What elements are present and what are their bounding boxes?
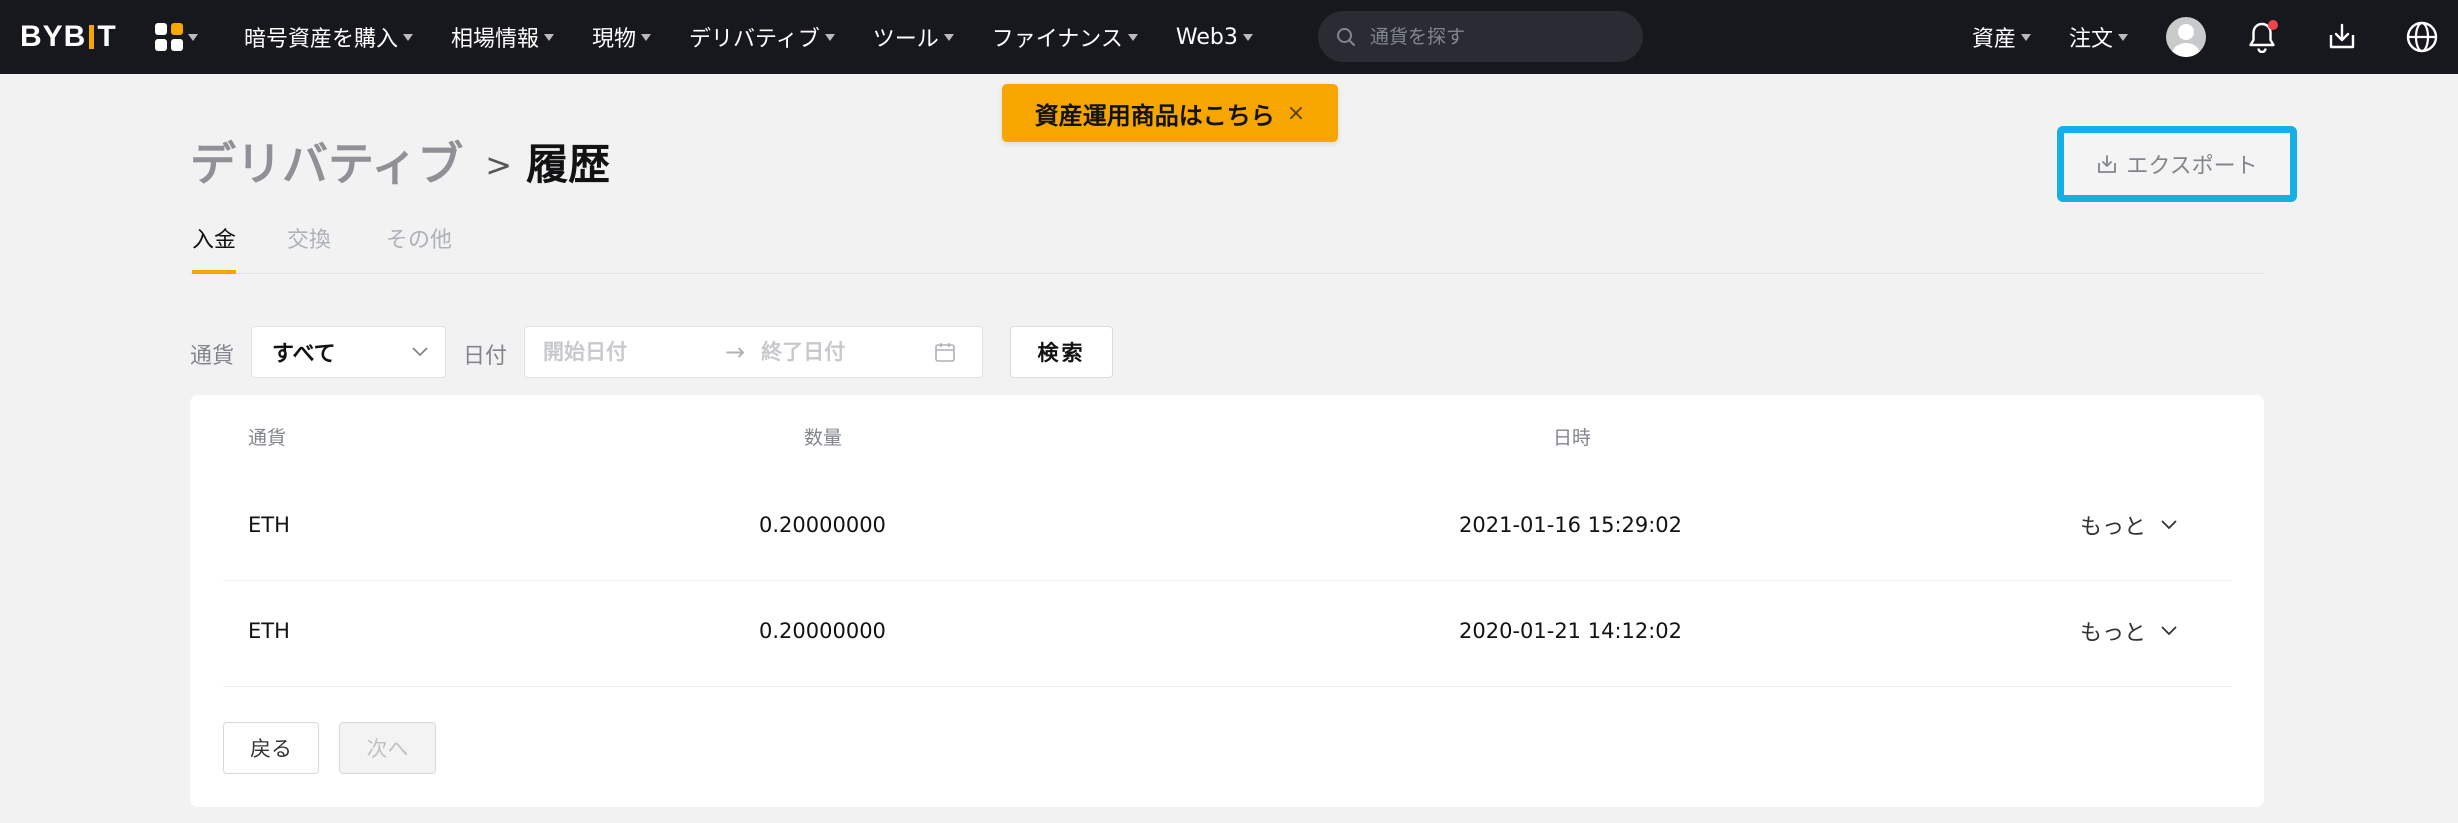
nav-item-label: 注文 [2068,27,2113,52]
row-amount: 0.20000000 [759,513,886,537]
row-currency: ETH [248,619,290,643]
notifications-button[interactable] [2242,17,2282,57]
nav-item-assets[interactable]: 資産 [1972,21,2031,53]
currency-select[interactable]: すべて [251,326,446,378]
search-icon [1337,27,1355,46]
chevron-down-icon [412,347,428,357]
nav-item-buy-crypto[interactable]: 暗号資産を購入 [244,21,414,53]
arrow-right-icon: → [725,338,746,366]
page-title: 履歴 [526,139,611,189]
avatar-icon [2166,17,2206,57]
breadcrumb-parent-derivatives[interactable]: デリバティブ [190,128,463,194]
currency-filter-label: 通貨 [190,344,235,369]
breadcrumb-separator: > [485,146,513,184]
promo-banner[interactable]: 資産運用商品はこちら × [1002,84,1338,142]
currency-select-value: すべて [272,342,336,367]
row-more-label: もっと [2080,515,2147,540]
logo-text-left: BYB [20,20,87,53]
export-button[interactable]: エクスポート [2057,126,2297,202]
nav-item-label: Web3 [1175,24,1238,50]
pagination-next-button[interactable]: 次へ [339,722,436,774]
end-date-input[interactable] [761,340,927,364]
start-date-input[interactable] [543,340,713,364]
row-more-label: もっと [2080,621,2147,646]
logo-text-right: T [97,20,117,53]
caret-down-icon [1242,33,1253,41]
right-nav: 資産 注文 [1972,0,2458,74]
main-nav: 暗号資産を購入 相場情報 現物 デリバティブ ツール ファイナンス Web3 [244,0,1291,74]
apps-grid-icon [155,23,183,51]
tab-deposit[interactable]: 入金 [192,222,237,274]
caret-down-icon [2020,33,2031,41]
row-currency: ETH [248,513,290,537]
notification-badge [2268,20,2278,30]
nav-item-label: ファイナンス [991,27,1123,52]
column-header-datetime: 日時 [1553,427,1592,449]
history-tabs: 入金 交換 その他 [190,222,2264,274]
export-download-icon [2098,155,2117,173]
row-datetime: 2021-01-16 15:29:02 [1459,513,1683,537]
coin-search-input[interactable] [1370,25,1620,48]
promo-banner-text: 資産運用商品はこちら [1034,101,1275,130]
download-icon [2329,23,2355,49]
tab-exchange[interactable]: 交換 [287,222,331,274]
nav-item-label: ツール [872,27,939,52]
export-button-label: エクスポート [2126,154,2258,179]
column-header-amount: 数量 [804,427,843,449]
nav-item-label: デリバティブ [689,27,820,52]
nav-item-finance[interactable]: ファイナンス [992,21,1138,53]
chevron-down-icon [2161,626,2177,636]
caret-down-icon [641,33,652,41]
table-row: ETH 0.20000000 2021-01-16 15:29:02 もっと [223,475,2231,581]
column-header-currency: 通貨 [248,427,287,449]
logo-bar [89,25,95,49]
row-more-button[interactable]: もっと [2080,509,2178,541]
history-table-card: 通貨 数量 日時 ETH 0.20000000 2021-01-16 15:29… [190,395,2264,807]
caret-down-icon [544,33,555,41]
caret-down-icon [824,33,835,41]
row-datetime: 2020-01-21 14:12:02 [1459,619,1683,643]
breadcrumb: デリバティブ > 履歴 [190,128,610,194]
caret-down-icon [403,33,414,41]
row-amount: 0.20000000 [759,619,886,643]
top-navigation-bar: BYB T 暗号資産を購入 相場情報 現物 デリバティブ ツール ファイナンス W… [0,0,2458,74]
nav-item-spot[interactable]: 現物 [592,21,652,53]
nav-item-tools[interactable]: ツール [873,21,954,53]
chevron-down-icon [2161,520,2177,530]
caret-down-icon [188,33,198,41]
globe-icon [2406,21,2438,53]
pagination-prev-button[interactable]: 戻る [223,722,319,774]
bybit-logo[interactable]: BYB T [20,20,117,54]
account-button[interactable] [2166,17,2206,57]
coin-search-box[interactable] [1318,11,1643,62]
table-row: ETH 0.20000000 2020-01-21 14:12:02 もっと [223,581,2231,687]
nav-item-web3[interactable]: Web3 [1176,25,1253,50]
search-button[interactable]: 検索 [1010,326,1113,378]
nav-item-orders[interactable]: 注文 [2069,21,2128,53]
nav-item-derivatives[interactable]: デリバティブ [689,21,835,53]
download-app-button[interactable] [2322,17,2362,57]
date-filter-label: 日付 [463,344,508,369]
nav-item-label: 相場情報 [451,27,540,52]
caret-down-icon [943,33,954,41]
caret-down-icon [2118,33,2128,41]
close-icon[interactable]: × [1287,101,1305,126]
nav-item-label: 現物 [592,27,637,52]
nav-item-label: 資産 [1971,27,2016,52]
row-more-button[interactable]: もっと [2080,615,2178,647]
caret-down-icon [1127,33,1138,41]
tab-other[interactable]: その他 [386,222,452,274]
calendar-icon[interactable] [934,341,956,363]
nav-item-markets[interactable]: 相場情報 [451,21,555,53]
date-range-picker[interactable]: → [524,326,983,378]
language-button[interactable] [2402,17,2442,57]
nav-item-label: 暗号資産を購入 [244,27,399,52]
apps-menu-button[interactable] [155,20,205,54]
